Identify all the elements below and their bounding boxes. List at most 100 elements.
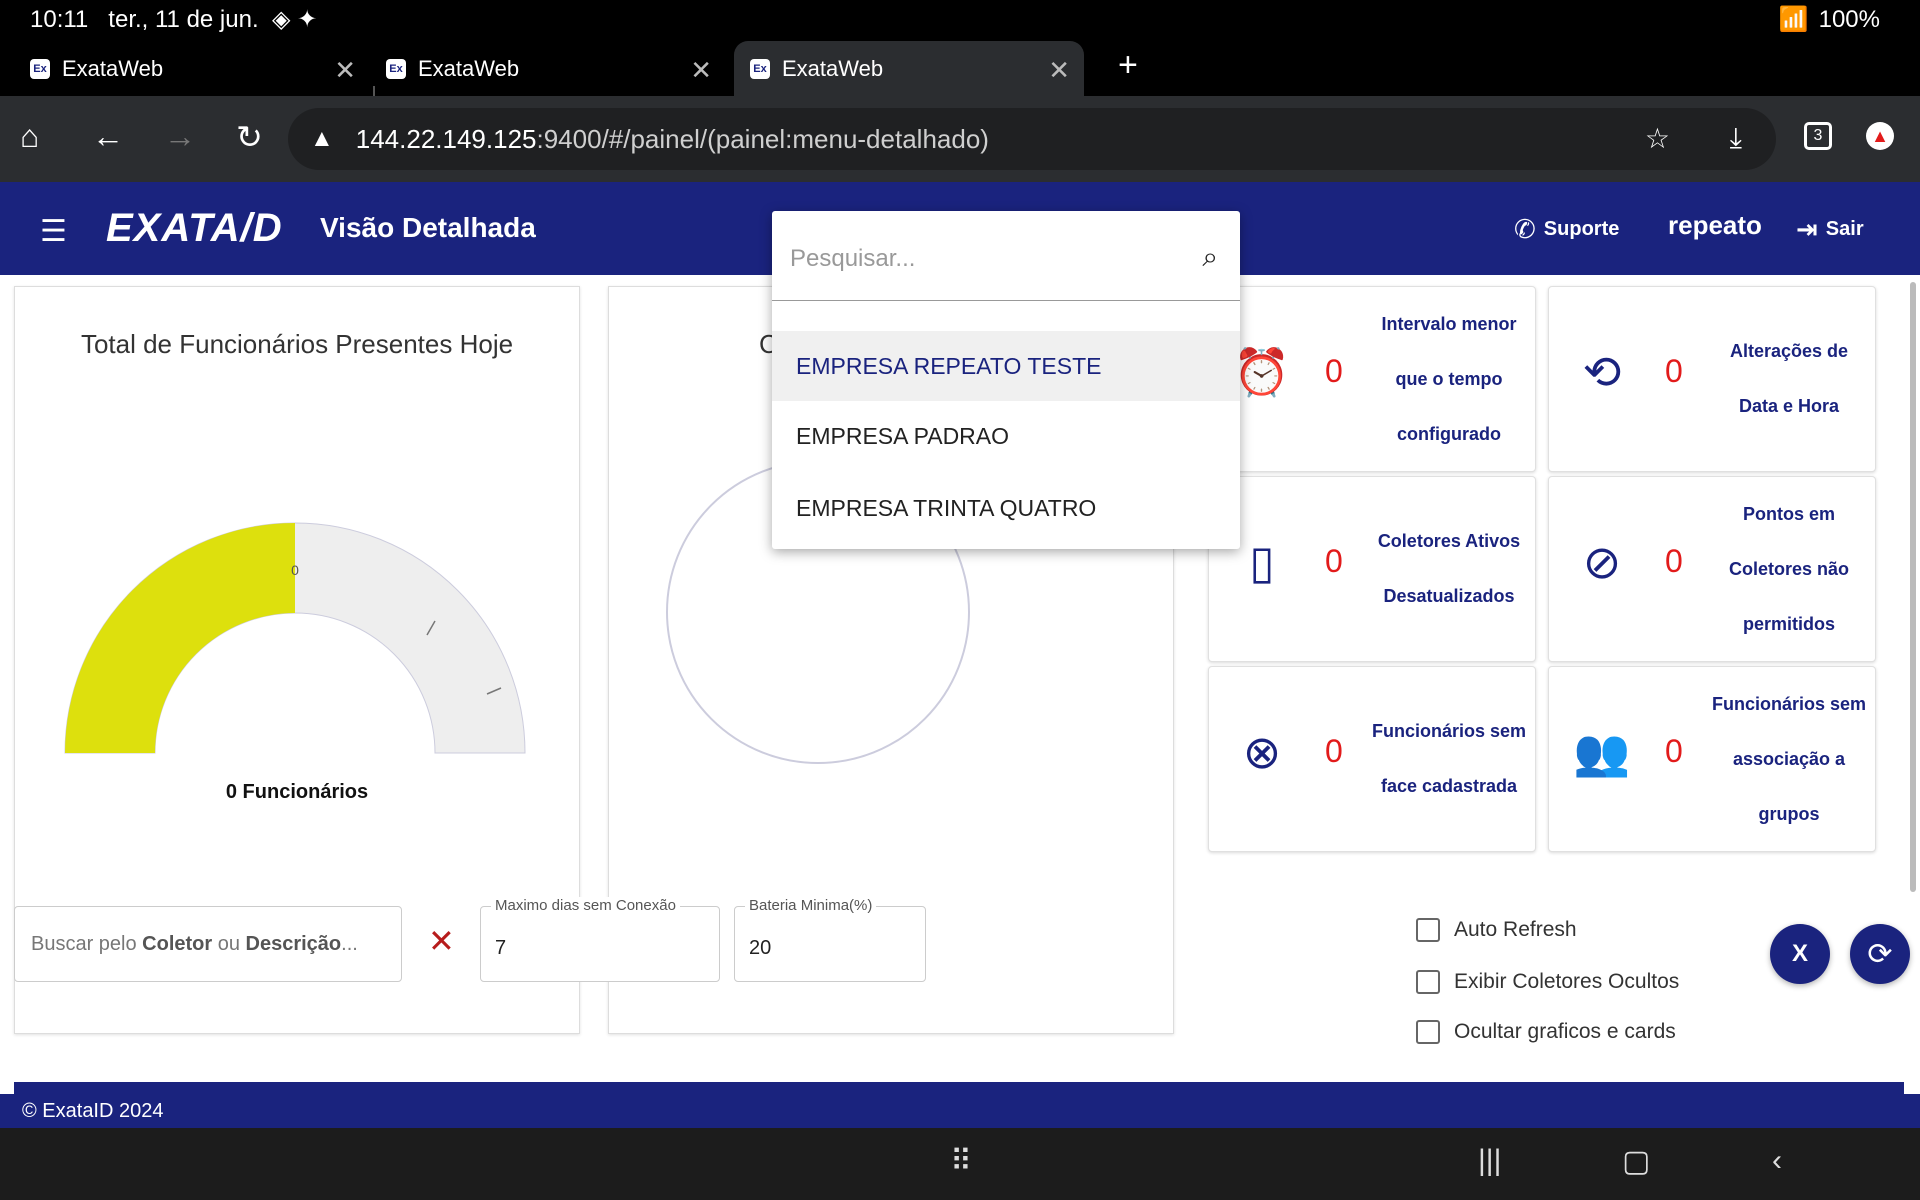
back-nav-icon[interactable]: ‹ — [1772, 1144, 1782, 1178]
logout-label: Sair — [1825, 218, 1864, 240]
dropdown-option[interactable]: EMPRESA TRINTA QUATRO — [772, 473, 1240, 543]
close-tab-icon[interactable]: ✕ — [334, 55, 356, 86]
checkbox-label: Ocultar graficos e cards — [1454, 1020, 1676, 1043]
download-icon[interactable]: ⤓ — [1730, 122, 1742, 155]
search-input[interactable] — [790, 241, 1170, 277]
apps-grid-icon[interactable]: ⠿ — [950, 1144, 972, 1179]
new-tab-button[interactable]: + — [1118, 46, 1138, 85]
gauge-fill — [65, 523, 295, 753]
card-pontos-nao-permitidos[interactable]: ⊘ 0 Pontos em Coletores não permitidos — [1548, 476, 1876, 662]
card-count: 0 — [1325, 543, 1343, 579]
reload-icon[interactable]: ↻ — [236, 118, 263, 156]
status-time: 10:11 ter., 11 de jun. ◈ ✦ — [30, 6, 318, 33]
card-count: 0 — [1665, 353, 1683, 389]
card-intervalo[interactable]: ⏰ 0 Intervalo menor que o tempo configur… — [1208, 286, 1536, 472]
whatsapp-icon: ✆ — [1514, 214, 1536, 244]
dropdown-option[interactable]: EMPRESA REPEATO TESTE — [772, 331, 1240, 401]
status-icons: 📶 100% — [1779, 5, 1880, 34]
gauge-chart: 0 — [64, 522, 526, 754]
star-icon[interactable]: ☆ — [1645, 122, 1670, 155]
auto-refresh-checkbox[interactable]: Auto Refresh — [1416, 918, 1577, 942]
tab-title: ExataWeb — [418, 55, 520, 81]
logout-icon: ⇥ — [1796, 214, 1818, 244]
logout-button[interactable]: ⇥ Sair — [1796, 214, 1864, 245]
page-title: Visão Detalhada — [320, 212, 536, 243]
tab-title: ExataWeb — [782, 55, 884, 81]
card-coletores-desatualizados[interactable]: ▯ 0 Coletores Ativos Desatualizados — [1208, 476, 1536, 662]
dropdown-option[interactable]: EMPRESA PADRAO — [772, 401, 1240, 471]
status-bar: 10:11 ter., 11 de jun. ◈ ✦ 📶 100% — [0, 0, 1920, 36]
checkbox-box[interactable] — [1416, 918, 1440, 942]
card-count: 0 — [1665, 543, 1683, 579]
card-count: 0 — [1325, 353, 1343, 389]
max-days-value: 7 — [495, 937, 507, 959]
url-path: :9400/#/painel/(painel:menu-detalhado) — [536, 123, 989, 154]
home-nav-icon[interactable]: ▢ — [1622, 1144, 1650, 1179]
browser-tab-3[interactable]: Ex ExataWeb ✕ — [734, 41, 1084, 96]
card-count: 0 — [1325, 733, 1343, 769]
close-tab-icon[interactable]: ✕ — [1048, 55, 1070, 86]
face-off-icon: ⊗ — [1242, 726, 1282, 778]
card-label: Funcionários sem face cadastrada — [1371, 721, 1527, 796]
clear-search-icon[interactable]: ✕ — [428, 922, 455, 960]
warning-icon[interactable]: ▲ — [310, 125, 334, 153]
excel-icon: X — [1791, 940, 1808, 967]
support-button[interactable]: ✆ Suporte — [1514, 214, 1619, 245]
card-sem-grupos[interactable]: 👥 0 Funcionários sem associação a grupos — [1548, 666, 1876, 852]
logo: EXATA/D — [106, 206, 283, 250]
tablet-icon: ▯ — [1249, 536, 1275, 588]
close-tab-icon[interactable]: ✕ — [690, 55, 712, 86]
browser-tab-2[interactable]: Ex ExataWeb ✕ — [386, 41, 726, 96]
card-label: Coletores Ativos Desatualizados — [1377, 531, 1521, 606]
card-alteracoes[interactable]: ⟲ 0 Alterações de Data e Hora — [1548, 286, 1876, 472]
profile-icon[interactable]: ▲ — [1866, 122, 1894, 150]
card-sem-face[interactable]: ⊗ 0 Funcionários sem face cadastrada — [1208, 666, 1536, 852]
dropdown-search: ⌕ — [772, 211, 1240, 301]
favicon-icon: Ex — [750, 58, 770, 79]
back-icon[interactable]: ← — [92, 118, 124, 155]
recents-icon[interactable]: ||| — [1478, 1144, 1501, 1178]
battery-field[interactable]: Bateria Minima(%) 20 — [734, 897, 926, 982]
checkbox-label: Auto Refresh — [1454, 918, 1577, 941]
checkbox-label: Exibir Coletores Ocultos — [1454, 970, 1680, 993]
card-label: Intervalo menor que o tempo configurado — [1381, 314, 1517, 444]
card-count: 0 — [1665, 733, 1683, 769]
show-hidden-collectors-checkbox[interactable]: Exibir Coletores Ocultos — [1416, 970, 1679, 994]
menu-icon[interactable]: ☰ — [40, 214, 67, 249]
collector-search-field[interactable]: Buscar pelo Coletor ou Descrição... — [14, 906, 402, 982]
footer: © ExataID 2024 — [0, 1094, 1920, 1128]
forward-icon[interactable]: → — [164, 118, 196, 155]
wifi-icon: 📶 — [1778, 6, 1809, 33]
browser-tab-1[interactable]: Ex ExataWeb ✕ — [30, 41, 370, 96]
collector-search-placeholder: Buscar pelo Coletor ou Descrição... — [31, 933, 358, 955]
history-icon: ⟲ — [1582, 346, 1622, 398]
support-label: Suporte — [1543, 218, 1620, 240]
battery-text: 100% — [1818, 5, 1880, 33]
search-icon[interactable]: ⌕ — [1202, 241, 1218, 274]
system-nav-bar: ⠿ ||| ▢ ‹ — [0, 1128, 1920, 1200]
gauge-footer: 0 Funcionários — [225, 781, 369, 803]
checkbox-box[interactable] — [1416, 970, 1440, 994]
alarm-off-icon: ⏰ — [1233, 345, 1291, 398]
person-off-icon: ⊘ — [1582, 536, 1622, 588]
max-days-field[interactable]: Maximo dias sem Conexão 7 — [480, 897, 720, 982]
checkbox-box[interactable] — [1416, 1020, 1440, 1044]
page-scrollbar[interactable] — [1910, 282, 1916, 892]
favicon-icon: Ex — [30, 58, 50, 79]
battery-label: Bateria Minima(%) — [745, 897, 877, 914]
favicon-icon: Ex — [386, 58, 406, 79]
groups-icon: 👥 — [1573, 725, 1631, 778]
battery-value: 20 — [749, 937, 772, 959]
gauge-value-label: 0 — [291, 562, 299, 578]
home-icon[interactable]: ⌂ — [20, 118, 39, 155]
username: repeato — [1668, 210, 1762, 240]
hide-charts-checkbox[interactable]: Ocultar graficos e cards — [1416, 1020, 1676, 1044]
url-host: 144.22.149.125 — [355, 123, 537, 154]
export-excel-button[interactable]: X — [1770, 924, 1830, 984]
tab-count-button[interactable]: 3 — [1804, 122, 1832, 150]
max-days-label: Maximo dias sem Conexão — [491, 897, 680, 914]
browser-toolbar: ⌂ ← → ↻ ▲ 144.22.149.125:9400/#/painel/(… — [0, 96, 1920, 182]
refresh-button[interactable]: ⟳ — [1850, 924, 1910, 984]
card-label: Alterações de Data e Hora — [1729, 341, 1849, 416]
address-bar[interactable]: ▲ 144.22.149.125:9400/#/painel/(painel:m… — [288, 108, 1776, 170]
